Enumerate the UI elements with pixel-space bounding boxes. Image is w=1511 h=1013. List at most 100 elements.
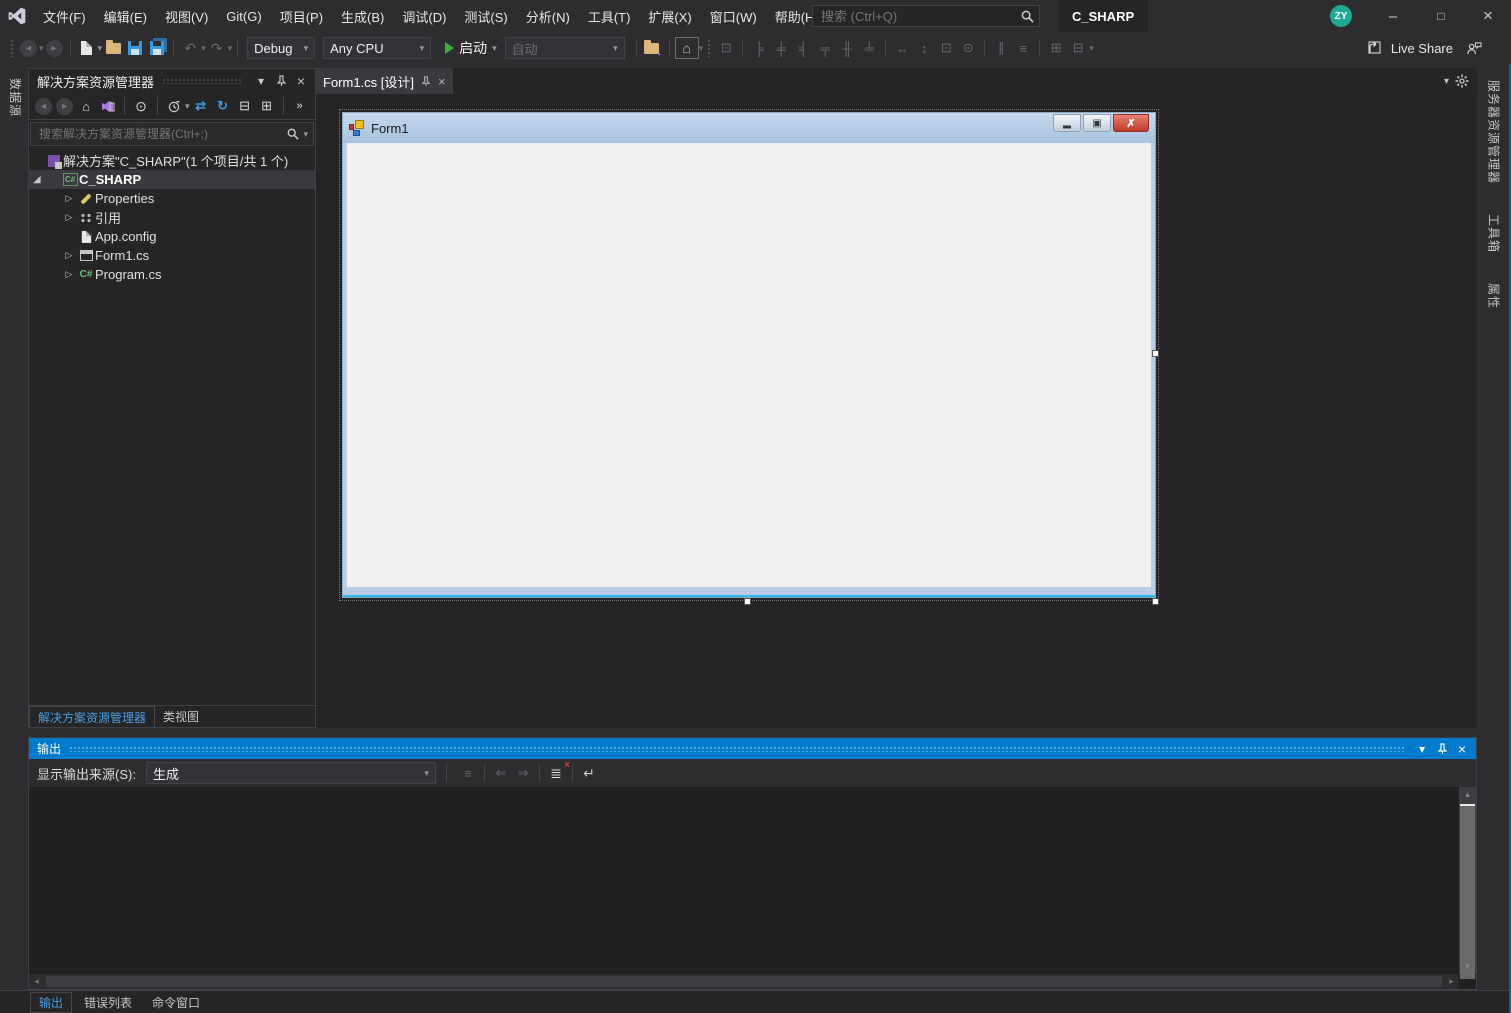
output-source-select[interactable]: 生成 ▾ [146, 762, 436, 784]
collapse-all-icon[interactable]: ⊟ [234, 94, 256, 118]
same-height-icon[interactable]: ↕ [913, 36, 935, 60]
close-icon[interactable]: × [291, 71, 311, 91]
tree-row-form1[interactable]: ▷ Form1.cs [29, 246, 315, 265]
navigate-back-icon[interactable]: ◂ [20, 40, 37, 57]
align-bottoms-icon[interactable]: ╧ [858, 36, 880, 60]
save-all-icon[interactable] [146, 36, 168, 60]
tab-data-sources[interactable]: 数据源 [7, 70, 24, 125]
horizontal-spacing-icon[interactable]: ∥ [990, 36, 1012, 60]
redo-icon[interactable]: ↷ [206, 36, 228, 60]
pin-icon[interactable] [271, 71, 291, 91]
save-icon[interactable] [124, 36, 146, 60]
se-forward-icon[interactable]: ▸ [56, 98, 73, 115]
new-project-icon[interactable] [76, 36, 98, 60]
search-options-dropdown[interactable]: ▾ [303, 130, 313, 139]
solution-configuration-select[interactable]: Debug▾ [247, 37, 315, 59]
form-minimize-button[interactable]: ▂ [1053, 114, 1081, 132]
toolbar-overflow-dropdown[interactable]: ▾ [699, 44, 704, 53]
debug-target-select[interactable]: 自动▾ [505, 37, 625, 59]
window-position-dropdown-icon[interactable]: ▾ [251, 71, 271, 91]
tree-row-solution[interactable]: 解决方案"C_SHARP"(1 个项目/共 1 个) [29, 151, 315, 170]
clear-all-icon[interactable]: ≣ × [545, 761, 567, 785]
expand-arrow-icon[interactable]: ▷ [61, 212, 77, 223]
window-close-button[interactable]: × [1465, 0, 1511, 32]
avatar[interactable]: ZY [1330, 5, 1352, 27]
pending-changes-filter-icon[interactable] [163, 94, 185, 118]
tab-output[interactable]: 输出 [30, 992, 72, 1013]
menu-test[interactable]: 测试(S) [455, 0, 516, 32]
se-toolbar-overflow[interactable]: » [289, 94, 311, 118]
form-close-button[interactable]: ✗ [1113, 114, 1149, 132]
snap-to-grid-icon[interactable]: ⊡ [715, 36, 737, 60]
search-icon[interactable] [283, 128, 303, 140]
align-centers-icon[interactable]: ╪ [770, 36, 792, 60]
designed-form-client-area[interactable] [347, 143, 1151, 587]
solution-explorer-header[interactable]: 解决方案资源管理器 ▾ × [29, 69, 315, 93]
align-middles-icon[interactable]: ╫ [836, 36, 858, 60]
solution-search-box[interactable]: ▾ [30, 122, 314, 146]
drag-grip[interactable] [162, 78, 243, 84]
tree-row-references[interactable]: ▷ 引用 [29, 208, 315, 227]
pin-icon[interactable] [421, 76, 431, 87]
output-header[interactable]: 输出 ▾ × [29, 738, 1476, 759]
close-tab-icon[interactable]: × [438, 74, 446, 89]
align-tops-icon[interactable]: ╤ [814, 36, 836, 60]
close-icon[interactable]: × [1452, 739, 1472, 759]
quick-search-box[interactable] [812, 5, 1040, 27]
home-icon[interactable]: ⌂ [75, 94, 97, 118]
window-maximize-button[interactable]: □ [1418, 0, 1464, 32]
tab-solution-explorer[interactable]: 解决方案资源管理器 [29, 706, 155, 727]
undo-icon[interactable]: ↶ [179, 36, 201, 60]
show-all-files-icon[interactable]: ⊞ [256, 94, 278, 118]
scroll-right-icon[interactable]: ▸ [1444, 976, 1459, 987]
resize-handle-bottom[interactable] [744, 598, 751, 605]
resize-handle-corner[interactable] [1152, 598, 1159, 605]
redo-dropdown[interactable]: ▾ [228, 44, 233, 53]
resize-handle-right[interactable] [1152, 350, 1159, 357]
align-lefts-icon[interactable]: ╞ [748, 36, 770, 60]
tab-properties[interactable]: 属性 [1486, 275, 1503, 317]
menu-file[interactable]: 文件(F) [34, 0, 95, 32]
form-maximize-button[interactable]: ▣ [1083, 114, 1111, 132]
menu-git[interactable]: Git(G) [217, 0, 270, 32]
bring-to-front-icon[interactable]: ⊞ [1045, 36, 1067, 60]
menu-analyze[interactable]: 分析(N) [517, 0, 579, 32]
tree-row-appconfig[interactable]: App.config [29, 227, 315, 246]
scroll-down-icon[interactable]: ▾ [1459, 959, 1476, 974]
tree-row-program[interactable]: ▷ C# Program.cs [29, 265, 315, 284]
menu-tools[interactable]: 工具(T) [579, 0, 640, 32]
live-share-icon[interactable] [1365, 36, 1387, 60]
solution-search-input[interactable] [31, 127, 283, 141]
menu-window[interactable]: 窗口(W) [701, 0, 766, 32]
menu-debug[interactable]: 调试(D) [393, 0, 455, 32]
next-message-icon[interactable]: ⇒ [512, 761, 534, 785]
expand-arrow-icon[interactable]: ▷ [61, 250, 77, 261]
solution-platform-select[interactable]: Any CPU▾ [323, 37, 431, 59]
find-in-files-icon[interactable] [642, 36, 664, 60]
all-files-filter-icon[interactable]: ⊙ [130, 94, 152, 118]
word-wrap-icon[interactable]: ↵ [578, 761, 600, 785]
send-to-back-icon[interactable]: ⊟ [1067, 36, 1089, 60]
align-rights-icon[interactable]: ╡ [792, 36, 814, 60]
horizontal-scrollbar[interactable]: ◂ ▸ [29, 974, 1459, 989]
find-message-icon[interactable]: ≡ [457, 761, 479, 785]
scrollbar-thumb[interactable] [1460, 804, 1475, 979]
feedback-icon[interactable] [1463, 36, 1485, 60]
drag-grip[interactable] [69, 746, 1404, 752]
tab-server-explorer[interactable]: 服务器资源管理器 [1486, 72, 1503, 192]
switch-views-icon[interactable] [97, 94, 119, 118]
vertical-spacing-icon[interactable]: ≡ [1012, 36, 1034, 60]
same-size-icon[interactable]: ⊡ [935, 36, 957, 60]
designed-form[interactable]: Form1 ▂ ▣ ✗ [343, 113, 1155, 597]
designed-form-titlebar[interactable]: Form1 ▂ ▣ ✗ [343, 113, 1155, 143]
se-back-icon[interactable]: ◂ [35, 98, 52, 115]
scrollbar-thumb[interactable] [46, 976, 1442, 987]
layout-overflow-dropdown[interactable]: ▾ [1089, 44, 1094, 53]
pin-icon[interactable] [1432, 739, 1452, 759]
search-icon[interactable] [1015, 10, 1039, 23]
same-width-icon[interactable]: ↔ [891, 36, 913, 60]
expand-arrow-icon[interactable]: ▷ [61, 269, 77, 280]
layout-toolbar-grip[interactable] [707, 39, 711, 57]
tab-form1-designer[interactable]: Form1.cs [设计] × [316, 68, 453, 94]
output-content[interactable]: ▴ ▾ ◂ ▸ [29, 787, 1476, 989]
